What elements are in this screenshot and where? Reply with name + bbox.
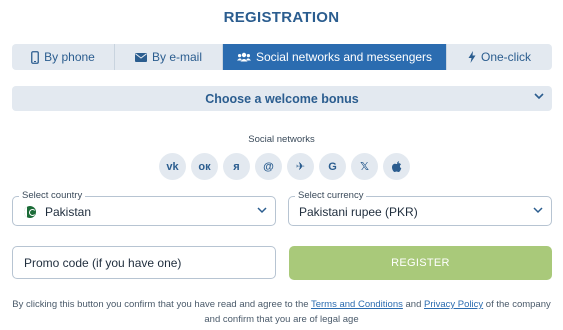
currency-select[interactable]: Select currency Pakistani rupee (PKR)	[288, 190, 552, 226]
chevron-down-icon	[533, 207, 543, 214]
privacy-policy-link[interactable]: Privacy Policy	[424, 299, 483, 310]
telegram-icon[interactable]: ✈	[287, 153, 314, 180]
country-value: Pakistan	[45, 205, 92, 219]
terms-and: and	[405, 299, 422, 310]
tab-label: Social networks and messengers	[255, 50, 433, 64]
phone-icon	[31, 50, 40, 64]
tab-by-email[interactable]: By e-mail	[115, 44, 223, 70]
registration-tabs: By phone By e-mail Social networks and m…	[12, 44, 552, 70]
users-icon	[236, 52, 251, 62]
page-title: REGISTRATION	[223, 9, 340, 26]
bonus-label: Choose a welcome bonus	[205, 91, 359, 106]
tab-by-phone[interactable]: By phone	[12, 44, 115, 70]
terms-prefix: By clicking this button you confirm that…	[12, 299, 309, 310]
tab-label: By e-mail	[151, 50, 202, 64]
vk-icon[interactable]: vk	[159, 153, 186, 180]
currency-value: Pakistani rupee (PKR)	[299, 205, 418, 219]
apple-icon[interactable]	[383, 153, 410, 180]
chevron-down-icon	[257, 207, 267, 214]
social-network-buttons: vk ок я @ ✈ G 𝕏	[159, 153, 410, 181]
lightning-icon	[468, 51, 476, 63]
terms-and-conditions-link[interactable]: Terms and Conditions	[311, 299, 403, 310]
pakistan-flag-icon	[24, 206, 36, 218]
yandex-icon[interactable]: я	[223, 153, 250, 180]
country-select[interactable]: Select country Pakistan	[12, 190, 276, 226]
google-icon[interactable]: G	[319, 153, 346, 180]
tab-social-networks[interactable]: Social networks and messengers	[223, 44, 447, 70]
tab-label: By phone	[44, 50, 95, 64]
mail-icon[interactable]: @	[255, 153, 282, 180]
register-button[interactable]: REGISTER	[289, 246, 552, 280]
terms-notice: By clicking this button you confirm that…	[6, 297, 557, 327]
tab-label: One-click	[480, 50, 531, 64]
odnoklassniki-icon[interactable]: ок	[191, 153, 218, 180]
apple-logo-icon	[391, 160, 401, 172]
tab-one-click[interactable]: One-click	[447, 44, 552, 70]
envelope-icon	[134, 52, 147, 62]
chevron-down-icon	[534, 93, 544, 100]
currency-select-label: Select currency	[295, 190, 367, 202]
country-select-label: Select country	[19, 190, 86, 202]
welcome-bonus-dropdown[interactable]: Choose a welcome bonus	[12, 86, 552, 111]
promo-code-field[interactable]	[12, 246, 276, 279]
x-icon[interactable]: 𝕏	[351, 153, 378, 180]
promo-code-input[interactable]	[22, 255, 266, 271]
social-networks-label: Social networks	[248, 134, 315, 145]
